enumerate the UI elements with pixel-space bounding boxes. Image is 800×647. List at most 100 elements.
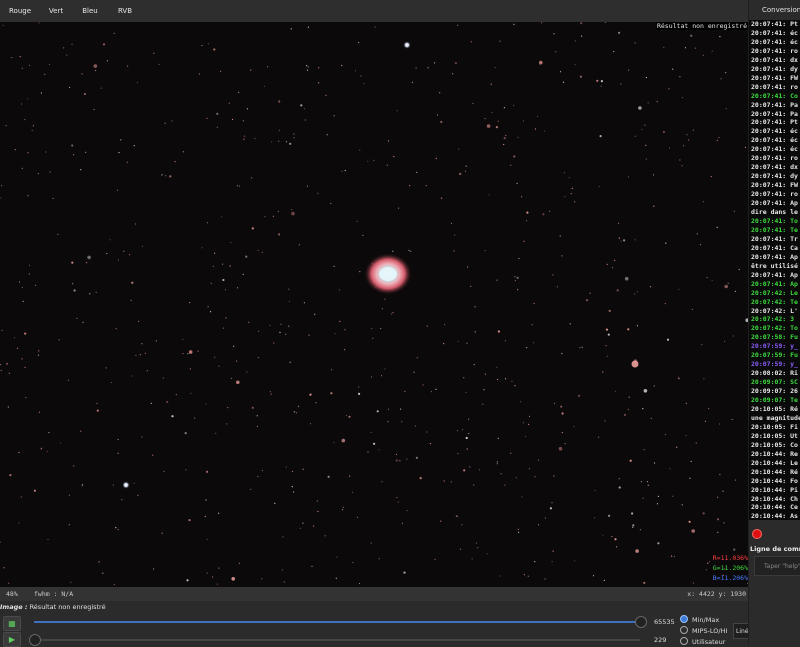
star xyxy=(257,357,259,359)
star xyxy=(652,174,655,176)
star xyxy=(518,257,520,260)
star xyxy=(338,289,340,291)
star xyxy=(466,448,468,450)
star xyxy=(9,474,12,477)
low-slider[interactable] xyxy=(34,639,640,641)
star xyxy=(406,458,408,460)
star xyxy=(731,418,733,421)
star xyxy=(600,85,602,87)
log-line: 20:07:42: To xyxy=(751,324,798,333)
tab-rouge[interactable]: Rouge xyxy=(2,0,38,22)
star xyxy=(613,50,615,53)
star xyxy=(371,328,373,330)
star xyxy=(166,400,169,404)
radio-mips[interactable]: MIPS-LO/HI xyxy=(680,626,727,635)
star xyxy=(514,385,516,387)
low-slider-knob[interactable] xyxy=(29,634,41,646)
radio-minmax[interactable]: Min/Max xyxy=(680,615,719,624)
star xyxy=(415,456,418,459)
star xyxy=(454,62,457,65)
star xyxy=(496,378,499,381)
star xyxy=(135,354,137,356)
star xyxy=(14,149,16,151)
star xyxy=(335,577,337,579)
tab-vert[interactable]: Vert xyxy=(38,0,74,22)
star xyxy=(668,88,670,90)
star xyxy=(503,143,505,146)
tab-rvb[interactable]: RVB xyxy=(110,0,140,24)
star xyxy=(709,560,711,563)
star xyxy=(341,509,344,511)
star xyxy=(206,222,209,224)
high-slider-knob[interactable] xyxy=(635,616,647,628)
star xyxy=(81,485,83,487)
star xyxy=(542,213,545,216)
star xyxy=(585,299,589,302)
star xyxy=(401,421,403,423)
star xyxy=(351,491,353,493)
star xyxy=(636,291,638,293)
star xyxy=(744,146,747,148)
log-line: 20:07:59: Fu xyxy=(751,351,798,360)
star xyxy=(342,506,344,508)
star xyxy=(444,323,446,326)
star-field-image xyxy=(0,22,748,586)
star xyxy=(8,582,10,584)
histogram-button[interactable]: ▦ xyxy=(3,616,21,631)
star xyxy=(552,550,554,552)
star xyxy=(669,468,671,470)
star xyxy=(184,432,187,435)
star xyxy=(717,531,719,533)
star xyxy=(250,488,252,490)
star xyxy=(681,504,683,506)
star xyxy=(596,79,599,82)
tab-bleu[interactable]: Bleu xyxy=(72,0,108,22)
star xyxy=(19,56,21,58)
stop-icon[interactable] xyxy=(752,529,762,539)
star xyxy=(491,111,493,114)
star xyxy=(694,47,697,49)
log-line: 20:07:41: dy xyxy=(751,172,798,181)
star xyxy=(261,578,263,580)
star xyxy=(141,436,143,438)
star xyxy=(116,189,119,191)
log-line: 20:07:41: ro xyxy=(751,82,798,91)
image-viewer[interactable]: Résultat non enregistré R=11.036% G=11.2… xyxy=(0,22,748,587)
console-log[interactable]: 20:07:41: Pt 20:07:41: éc 20:07:41: éc 20:0… xyxy=(749,20,800,520)
star xyxy=(440,197,443,199)
star xyxy=(224,289,227,291)
star xyxy=(32,125,35,127)
high-slider-value: 65535 xyxy=(654,618,675,626)
star xyxy=(399,460,401,462)
star xyxy=(246,108,248,110)
star xyxy=(600,80,604,83)
star xyxy=(611,535,613,538)
star xyxy=(359,271,361,273)
star xyxy=(716,139,718,141)
star xyxy=(134,223,136,225)
star xyxy=(212,576,214,578)
star xyxy=(416,357,418,359)
star xyxy=(267,66,269,68)
command-input[interactable]: Taper "help" xyxy=(754,556,800,576)
star xyxy=(523,574,526,576)
star xyxy=(632,524,635,527)
star xyxy=(341,64,343,67)
star xyxy=(549,507,553,510)
star xyxy=(309,423,312,425)
star xyxy=(98,561,100,563)
star xyxy=(100,87,102,89)
star xyxy=(662,131,666,134)
star xyxy=(663,46,665,48)
star xyxy=(456,430,459,432)
star xyxy=(459,548,462,550)
star xyxy=(102,43,106,46)
star xyxy=(209,311,212,313)
star xyxy=(647,484,649,486)
panel-tab-conversion[interactable]: Conversion xyxy=(749,0,800,20)
star xyxy=(477,547,479,549)
high-slider[interactable] xyxy=(34,621,640,623)
star xyxy=(206,572,208,574)
star xyxy=(118,151,120,154)
star xyxy=(315,402,317,404)
